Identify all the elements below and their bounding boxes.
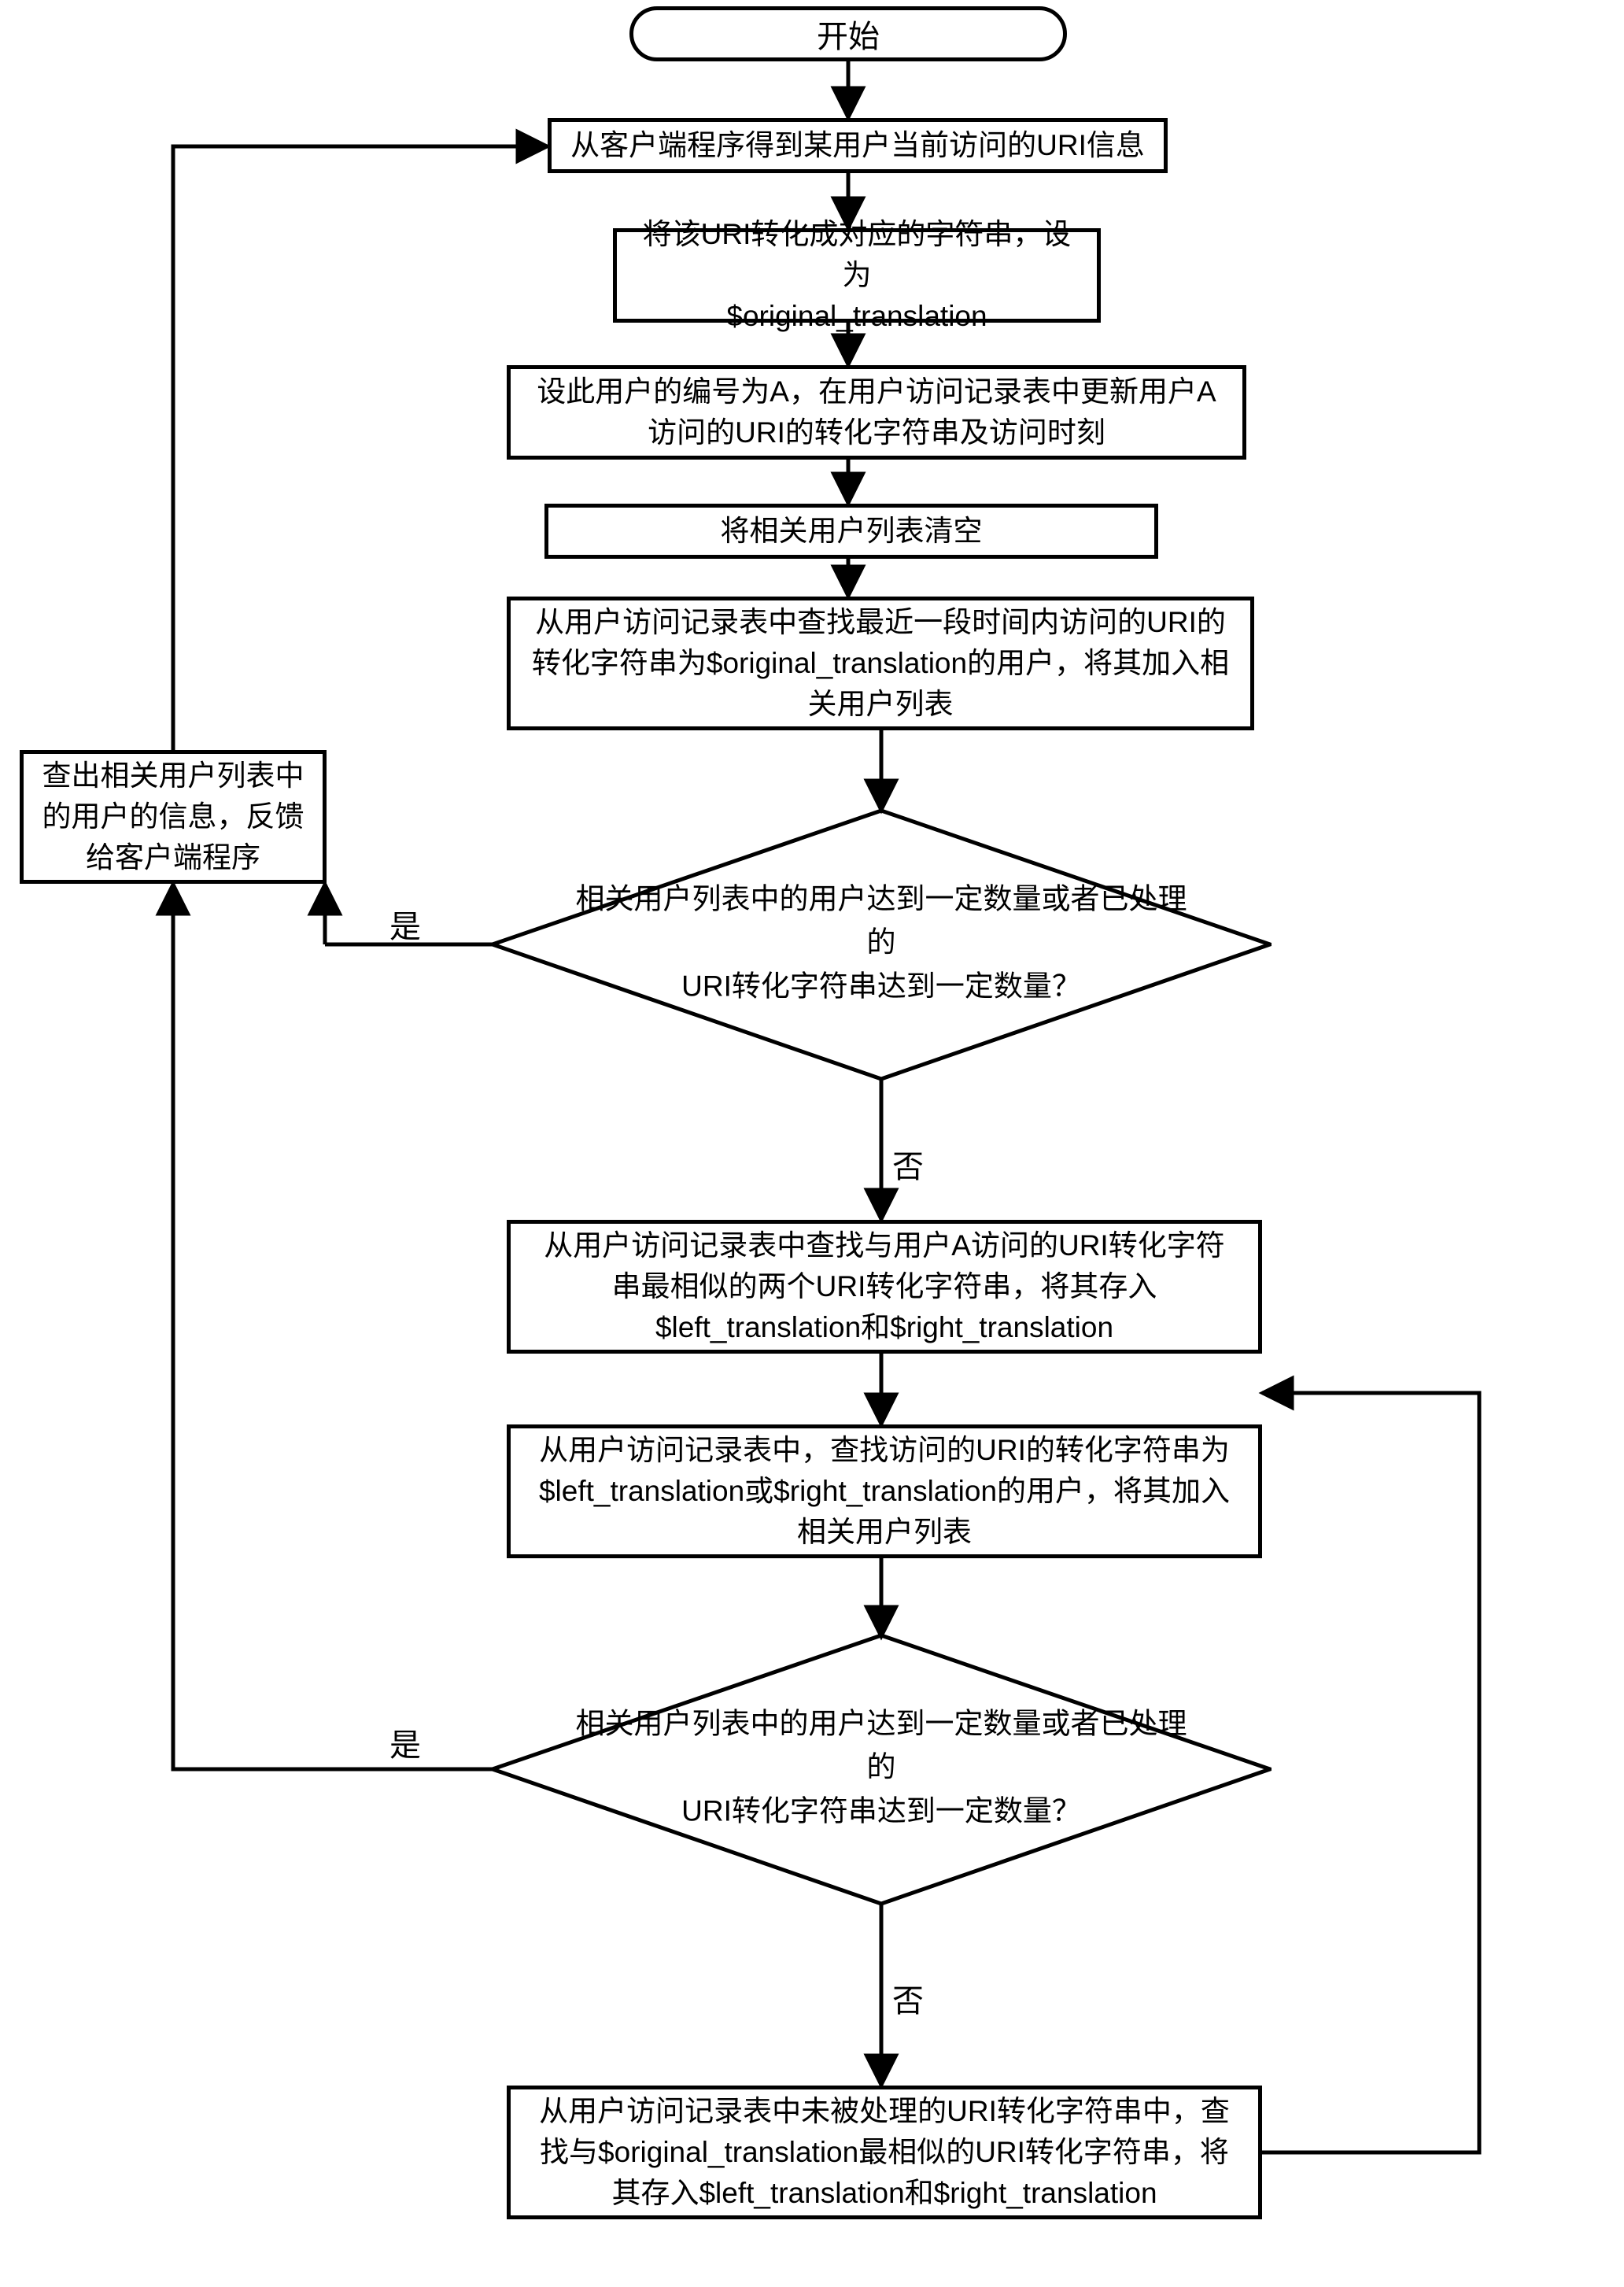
node-d1-text: 相关用户列表中的用户达到一定数量或者已处理的 URI转化字符串达到一定数量？ (569, 877, 1194, 1008)
node-start-text: 开始 (817, 11, 880, 57)
node-out: 查出相关用户列表中 的用户的信息，反馈 给客户端程序 (20, 750, 327, 884)
node-s3: 设此用户的编号为A，在用户访问记录表中更新用户A 访问的URI的转化字符串及访问… (507, 365, 1246, 460)
node-start: 开始 (629, 6, 1067, 61)
node-s1: 从客户端程序得到某用户当前访问的URI信息 (548, 118, 1168, 173)
node-s8: 从用户访问记录表中未被处理的URI转化字符串中，查 找与$original_tr… (507, 2086, 1262, 2219)
node-d2: 相关用户列表中的用户达到一定数量或者已处理的 URI转化字符串达到一定数量？ (491, 1634, 1272, 1905)
flow-wires (0, 0, 1624, 2287)
node-s2-text: 将该URI转化成对应的字符串，设为 $original_translation (631, 214, 1083, 336)
label-d1-yes: 是 (389, 901, 421, 947)
node-d1: 相关用户列表中的用户达到一定数量或者已处理的 URI转化字符串达到一定数量？ (491, 809, 1272, 1081)
node-s6: 从用户访问记录表中查找与用户A访问的URI转化字符 串最相似的两个URI转化字符… (507, 1220, 1262, 1354)
node-s7-text: 从用户访问记录表中，查找访问的URI的转化字符串为 $left_translat… (539, 1430, 1230, 1552)
node-s5: 从用户访问记录表中查找最近一段时间内访问的URI的 转化字符串为$origina… (507, 597, 1254, 730)
label-d2-no: 否 (892, 1975, 924, 2021)
node-s7: 从用户访问记录表中，查找访问的URI的转化字符串为 $left_translat… (507, 1424, 1262, 1558)
node-s3-text: 设此用户的编号为A，在用户访问记录表中更新用户A 访问的URI的转化字符串及访问… (537, 371, 1216, 453)
node-s5-text: 从用户访问记录表中查找最近一段时间内访问的URI的 转化字符串为$origina… (532, 602, 1229, 724)
node-s8-text: 从用户访问记录表中未被处理的URI转化字符串中，查 找与$original_tr… (539, 2091, 1230, 2213)
label-d2-yes: 是 (389, 1720, 421, 1765)
node-s2: 将该URI转化成对应的字符串，设为 $original_translation (613, 228, 1101, 323)
node-d2-text: 相关用户列表中的用户达到一定数量或者已处理的 URI转化字符串达到一定数量？ (569, 1701, 1194, 1833)
node-s4: 将相关用户列表清空 (544, 504, 1158, 559)
label-d1-no: 否 (892, 1141, 924, 1187)
node-s1-text: 从客户端程序得到某用户当前访问的URI信息 (570, 125, 1145, 166)
node-s6-text: 从用户访问记录表中查找与用户A访问的URI转化字符 串最相似的两个URI转化字符… (544, 1225, 1224, 1347)
node-s4-text: 将相关用户列表清空 (721, 511, 983, 552)
node-out-text: 查出相关用户列表中 的用户的信息，反馈 给客户端程序 (42, 756, 304, 877)
